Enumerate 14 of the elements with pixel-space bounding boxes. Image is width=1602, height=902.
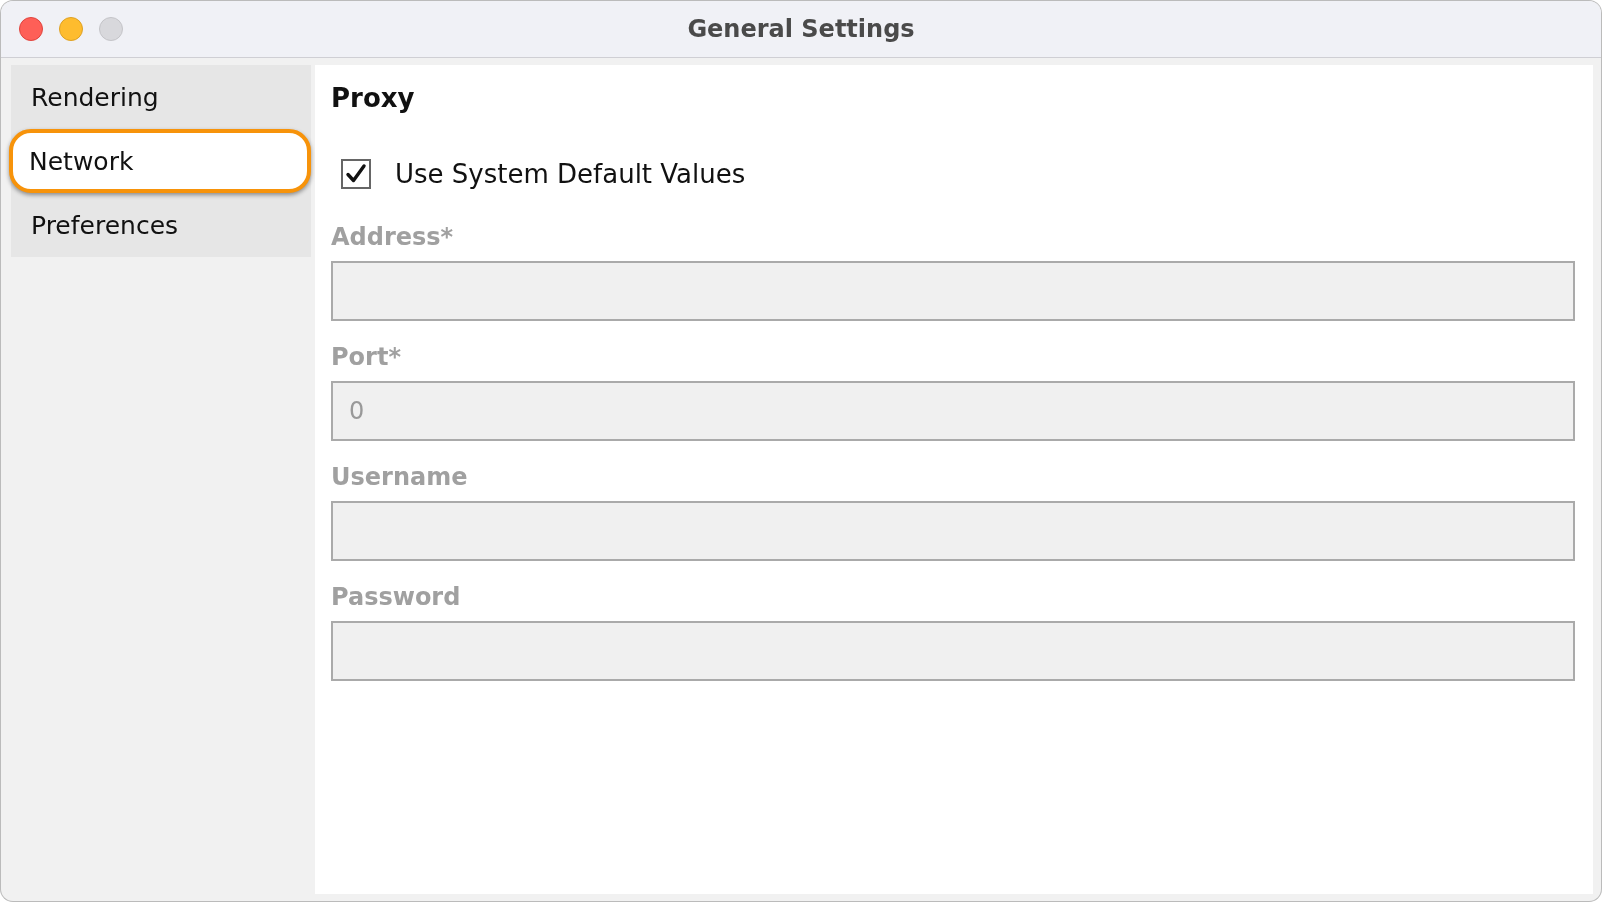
field-label: Address* (331, 223, 454, 251)
close-button[interactable] (19, 17, 43, 41)
section-title: Proxy (331, 83, 415, 113)
checkbox-label: Use System Default Values (395, 159, 746, 189)
zoom-button[interactable] (99, 17, 123, 41)
minimize-button[interactable] (59, 17, 83, 41)
sidebar-item[interactable]: Preferences (11, 193, 311, 257)
checkbox[interactable] (341, 159, 371, 189)
sidebar-item[interactable]: Network (9, 129, 311, 193)
window-title: General Settings (687, 15, 915, 43)
field-label: Password (331, 583, 461, 611)
field-label: Port* (331, 343, 401, 371)
sidebar-item[interactable]: Rendering (11, 65, 311, 129)
field-label: Username (331, 463, 468, 491)
